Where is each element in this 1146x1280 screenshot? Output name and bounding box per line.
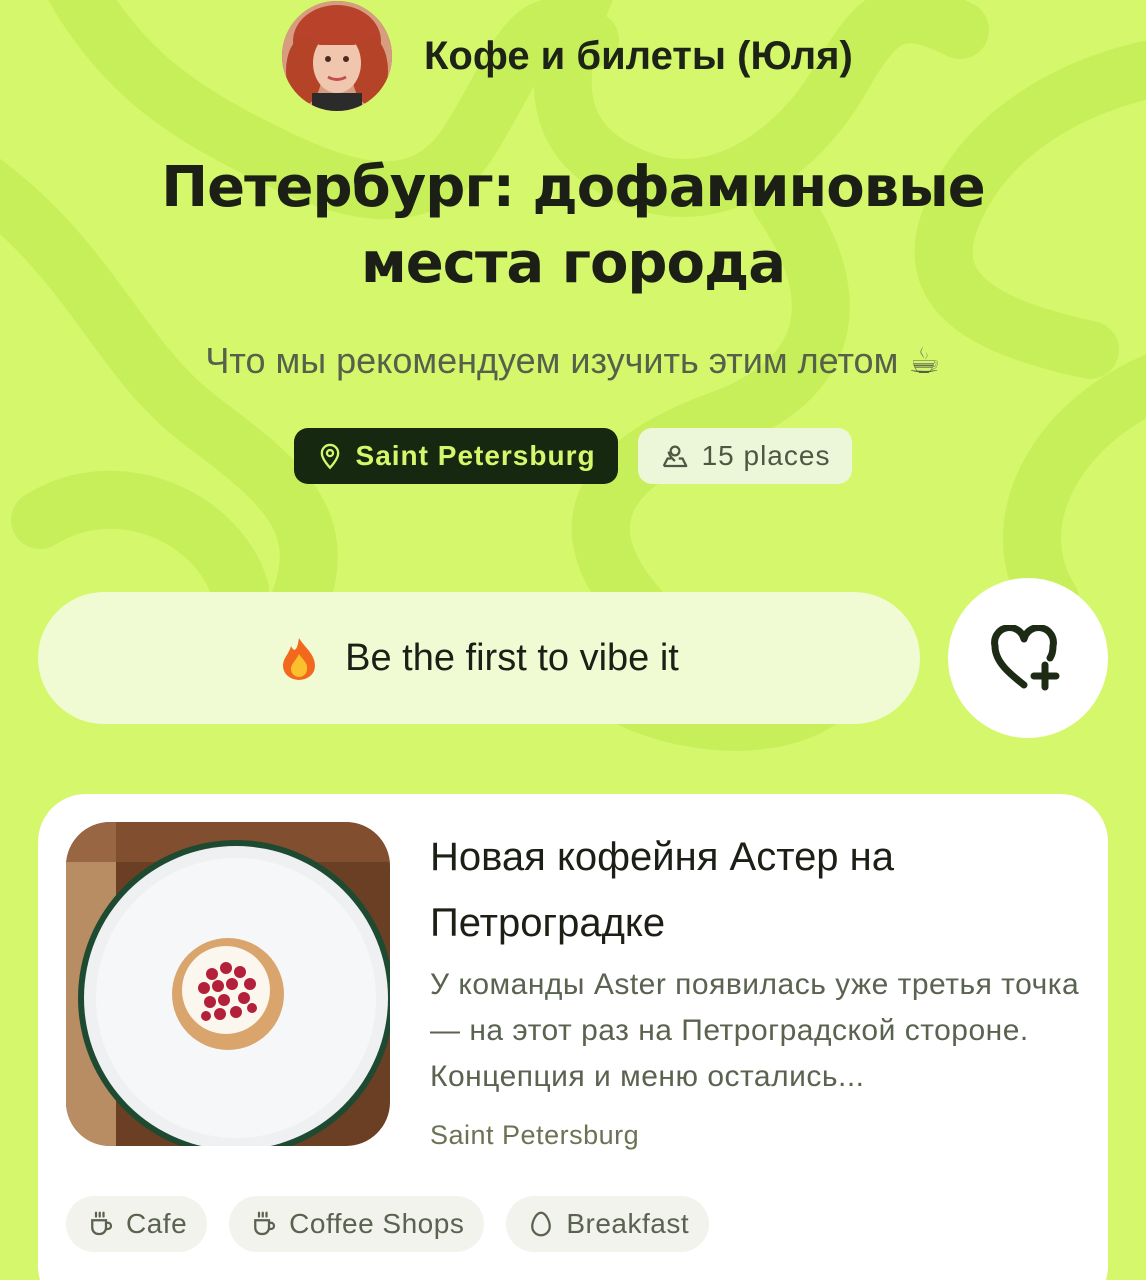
author-avatar[interactable] bbox=[282, 1, 392, 111]
cup-icon bbox=[254, 1211, 276, 1236]
tag-coffee-shops[interactable]: Coffee Shops bbox=[229, 1196, 485, 1252]
place-city: Saint Petersburg bbox=[430, 1120, 640, 1150]
place-photo[interactable] bbox=[66, 822, 390, 1146]
place-tags: Cafe Coffee Shops Breakfast bbox=[66, 1196, 710, 1252]
tag-cafe-label: Cafe bbox=[126, 1208, 188, 1239]
egg-icon bbox=[531, 1211, 552, 1237]
tag-breakfast-label: Breakfast bbox=[566, 1208, 690, 1239]
city-chip[interactable]: Saint Petersburg bbox=[293, 428, 618, 484]
tag-cafe[interactable]: Cafe bbox=[66, 1196, 208, 1252]
places-chip-label: 15 places bbox=[701, 440, 831, 471]
city-chip-label: Saint Petersburg bbox=[355, 440, 596, 471]
avatar-photo-icon bbox=[282, 1, 392, 111]
dessert-photo-icon bbox=[66, 822, 390, 1146]
map-person-icon bbox=[662, 445, 687, 468]
tag-breakfast[interactable]: Breakfast bbox=[506, 1196, 710, 1252]
page-title-line-2: места города bbox=[361, 231, 786, 296]
vibe-label: Be the first to vibe it bbox=[345, 636, 679, 679]
page-title: Петербург: дофаминовые места города bbox=[60, 150, 1086, 302]
page-title-line-1: Петербург: дофаминовые bbox=[161, 155, 985, 220]
author-name[interactable]: Кофе и билеты (Юля) bbox=[424, 34, 853, 79]
add-to-favorites-button[interactable] bbox=[948, 578, 1108, 738]
places-chip[interactable]: 15 places bbox=[637, 428, 853, 484]
cup-icon bbox=[91, 1211, 113, 1236]
fire-icon bbox=[279, 636, 319, 680]
tag-coffee-shops-label: Coffee Shops bbox=[289, 1208, 465, 1239]
place-card[interactable]: Новая кофейня Астер на Петроградке У ком… bbox=[38, 794, 1108, 1280]
place-title[interactable]: Новая кофейня Астер на Петроградке bbox=[430, 824, 1070, 956]
collection-page: Кофе и билеты (Юля) Петербург: дофаминов… bbox=[0, 0, 1146, 1280]
location-pin-icon bbox=[320, 443, 339, 470]
heart-plus-icon bbox=[991, 625, 1060, 691]
page-subtitle: Что мы рекомендуем изучить этим летом ☕ bbox=[205, 340, 941, 381]
author-block[interactable]: Кофе и билеты (Юля) bbox=[282, 0, 853, 112]
meta-chips: Saint Petersburg 15 places bbox=[0, 428, 1146, 484]
place-description: У команды Aster появилась уже третья точ… bbox=[430, 968, 1080, 1093]
vibe-button[interactable]: Be the first to vibe it bbox=[38, 592, 920, 724]
